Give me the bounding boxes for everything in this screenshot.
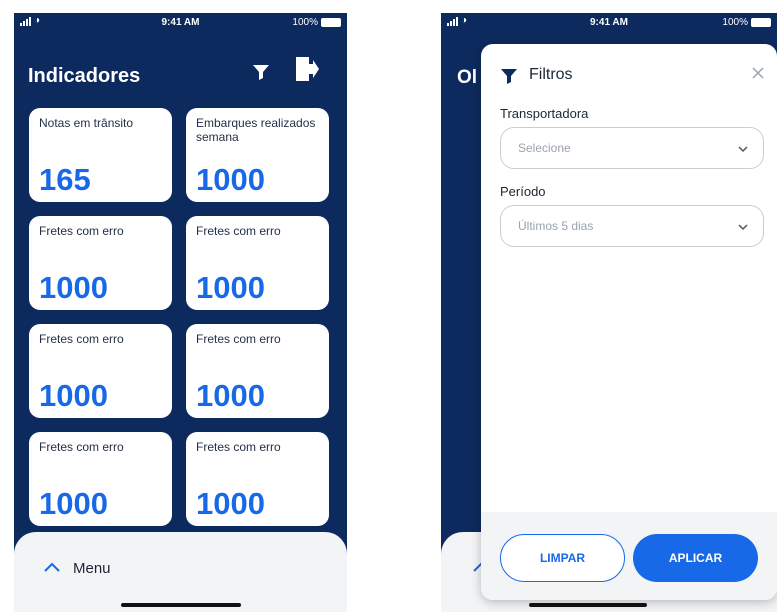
card-label: Fretes com erro [196, 440, 281, 454]
card-label: Fretes com erro [39, 224, 124, 238]
card-value: 1000 [196, 378, 265, 413]
battery-percent: 100% [722, 17, 748, 28]
status-bar: ◑ 9:41 AM 100% [14, 13, 347, 35]
card-label: Fretes com erro [39, 440, 124, 454]
period-value: Últimos 5 dias [518, 219, 594, 233]
battery-indicator: 100% [722, 17, 771, 28]
filter-icon[interactable] [252, 63, 270, 86]
home-indicator [120, 603, 241, 607]
chevron-down-icon [737, 142, 749, 160]
card-label: Fretes com erro [196, 332, 281, 346]
battery-icon [321, 18, 341, 27]
filter-modal: Filtros Transportadora Selecione Período… [481, 44, 777, 600]
carrier-label: Transportadora [500, 106, 589, 121]
modal-footer: LIMPAR APLICAR [481, 512, 777, 600]
period-select[interactable]: Últimos 5 dias [500, 205, 764, 247]
menu-label: Menu [73, 560, 111, 577]
menu-sheet[interactable]: Menu [14, 532, 347, 612]
carrier-placeholder: Selecione [518, 141, 571, 155]
card-value: 165 [39, 162, 91, 197]
apply-button[interactable]: APLICAR [633, 534, 758, 582]
indicator-card[interactable]: Fretes com erro 1000 [186, 324, 329, 418]
card-label: Fretes com erro [39, 332, 124, 346]
close-icon[interactable] [749, 64, 767, 82]
indicator-card[interactable]: Fretes com erro 1000 [29, 432, 172, 526]
indicator-card[interactable]: Fretes com erro 1000 [29, 324, 172, 418]
indicator-card[interactable]: Notas em trânsito 165 [29, 108, 172, 202]
card-label: Embarques realizados semana [196, 116, 316, 144]
filter-icon [500, 67, 518, 90]
status-bar: ◑ 9:41 AM 100% [441, 13, 777, 35]
indicator-card[interactable]: Fretes com erro 1000 [186, 432, 329, 526]
chevron-down-icon [737, 220, 749, 238]
page-title: Indicadores [28, 65, 141, 87]
indicator-card[interactable]: Fretes com erro 1000 [29, 216, 172, 310]
modal-title: Filtros [529, 66, 573, 83]
filter-screen: ◑ 9:41 AM 100% Ol Filtros Transportadora… [441, 13, 777, 612]
chevron-up-icon [44, 559, 60, 577]
card-value: 1000 [39, 486, 108, 521]
background-heading: Ol [457, 67, 478, 88]
card-label: Notas em trânsito [39, 116, 134, 130]
carrier-select[interactable]: Selecione [500, 127, 764, 169]
indicator-card[interactable]: Embarques realizados semana 1000 [186, 108, 329, 202]
home-indicator [529, 603, 647, 607]
card-value: 1000 [39, 270, 108, 305]
clear-button[interactable]: LIMPAR [500, 534, 625, 582]
exit-icon[interactable] [294, 55, 320, 88]
battery-icon [751, 18, 771, 27]
indicator-card[interactable]: Fretes com erro 1000 [186, 216, 329, 310]
battery-percent: 100% [292, 17, 318, 28]
period-label: Período [500, 184, 546, 199]
card-label: Fretes com erro [196, 224, 281, 238]
card-value: 1000 [196, 486, 265, 521]
card-value: 1000 [39, 378, 108, 413]
card-value: 1000 [196, 162, 265, 197]
card-value: 1000 [196, 270, 265, 305]
battery-indicator: 100% [292, 17, 341, 28]
dashboard-screen: ◑ 9:41 AM 100% Indicadores Notas em trân… [14, 13, 347, 612]
